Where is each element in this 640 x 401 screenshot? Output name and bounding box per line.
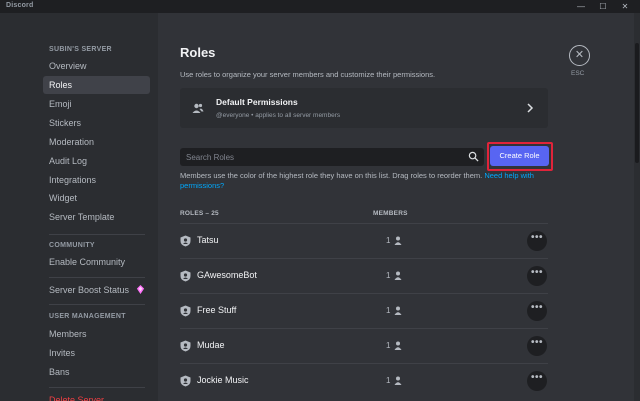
user-management-header: USER MANAGEMENT <box>49 313 126 320</box>
more-options-button[interactable]: ••• <box>527 266 547 286</box>
person-icon <box>394 271 402 280</box>
default-permissions-card[interactable]: Default Permissions @everyone • applies … <box>180 88 548 128</box>
sidebar-item-audit-log[interactable]: Audit Log <box>43 152 150 170</box>
role-member-count: 1 <box>386 236 391 245</box>
role-row[interactable]: Mudae 1 ••• <box>180 329 548 363</box>
search-icon <box>468 151 479 162</box>
close-icon: ✕ <box>574 49 585 61</box>
role-name: GAwesomeBot <box>197 270 257 280</box>
sidebar-item-overview[interactable]: Overview <box>43 57 150 75</box>
sidebar-divider <box>49 304 145 305</box>
members-column-header: MEMBERS <box>373 210 408 217</box>
shield-icon <box>180 340 191 352</box>
roles-column-header: ROLES – 25 <box>180 210 219 217</box>
role-row[interactable]: Tatsu 1 ••• <box>180 224 548 258</box>
role-member-count: 1 <box>386 306 391 315</box>
roles-help-text: Members use the color of the highest rol… <box>180 171 540 191</box>
more-options-icon: ••• <box>530 302 543 313</box>
role-name: Mudae <box>197 340 225 350</box>
page-title: Roles <box>180 45 216 60</box>
sidebar-item-delete-server[interactable]: Delete Server <box>43 391 150 401</box>
chevron-right-icon <box>527 103 534 113</box>
scrollbar-thumb[interactable] <box>635 43 639 163</box>
sidebar-item-stickers[interactable]: Stickers <box>43 114 150 132</box>
more-options-icon: ••• <box>530 232 543 243</box>
sidebar-item-emoji[interactable]: Emoji <box>43 95 150 113</box>
shield-icon <box>180 305 191 317</box>
page-description: Use roles to organize your server member… <box>180 70 436 79</box>
search-roles-box <box>180 148 484 166</box>
more-options-button[interactable]: ••• <box>527 301 547 321</box>
create-role-button[interactable]: Create Role <box>490 146 549 166</box>
person-icon <box>394 376 402 385</box>
shield-icon <box>180 270 191 282</box>
roles-settings-panel: Roles Use roles to organize your server … <box>158 13 633 401</box>
search-roles-input[interactable] <box>180 148 460 166</box>
server-settings-header: SUBIN'S SERVER <box>49 46 112 53</box>
minimize-button[interactable]: — <box>570 0 592 13</box>
sidebar-item-label: Server Boost Status <box>49 285 130 295</box>
role-row[interactable]: Jockie Music 1 ••• <box>180 364 548 398</box>
role-name: Tatsu <box>197 235 219 245</box>
sidebar-item-server-template[interactable]: Server Template <box>43 208 150 226</box>
sidebar-item-enable-community[interactable]: Enable Community <box>43 253 150 271</box>
sidebar-item-bans[interactable]: Bans <box>43 363 150 381</box>
more-options-icon: ••• <box>530 337 543 348</box>
sidebar-item-integrations[interactable]: Integrations <box>43 171 150 189</box>
role-row[interactable]: GAwesomeBot 1 ••• <box>180 259 548 293</box>
maximize-button[interactable]: ☐ <box>592 0 614 13</box>
default-permissions-title: Default Permissions <box>216 97 298 107</box>
sidebar-divider <box>49 387 145 388</box>
sidebar-item-server-boost-status[interactable]: Server Boost Status <box>43 281 150 299</box>
community-header: COMMUNITY <box>49 242 95 249</box>
more-options-button[interactable]: ••• <box>527 231 547 251</box>
person-icon <box>394 306 402 315</box>
window-close-button[interactable]: ✕ <box>614 0 636 13</box>
role-member-count: 1 <box>386 271 391 280</box>
close-settings-button[interactable]: ✕ <box>569 45 590 66</box>
role-member-count: 1 <box>386 341 391 350</box>
role-member-count: 1 <box>386 376 391 385</box>
sidebar-item-roles[interactable]: Roles <box>43 76 150 94</box>
more-options-button[interactable]: ••• <box>527 336 547 356</box>
shield-icon <box>180 235 191 247</box>
default-permissions-subtitle: @everyone • applies to all server member… <box>216 112 341 119</box>
role-name: Jockie Music <box>197 375 249 385</box>
role-row[interactable]: Free Stuff 1 ••• <box>180 294 548 328</box>
more-options-icon: ••• <box>530 372 543 383</box>
sidebar-item-widget[interactable]: Widget <box>43 189 150 207</box>
more-options-icon: ••• <box>530 267 543 278</box>
sidebar-item-moderation[interactable]: Moderation <box>43 133 150 151</box>
members-group-icon <box>192 103 204 113</box>
esc-label: ESC <box>571 70 585 77</box>
window-titlebar: Discord — ☐ ✕ <box>0 0 640 13</box>
sidebar-item-invites[interactable]: Invites <box>43 344 150 362</box>
role-name: Free Stuff <box>197 305 237 315</box>
boost-gem-icon <box>136 285 145 294</box>
person-icon <box>394 341 402 350</box>
shield-icon <box>180 375 191 387</box>
person-icon <box>394 236 402 245</box>
help-text-body: Members use the color of the highest rol… <box>180 171 483 180</box>
settings-sidebar: SUBIN'S SERVER Overview Roles Emoji Stic… <box>0 13 158 401</box>
sidebar-divider <box>49 277 145 278</box>
sidebar-item-members[interactable]: Members <box>43 325 150 343</box>
app-title: Discord <box>6 2 34 9</box>
scrollbar[interactable] <box>634 13 640 401</box>
sidebar-divider <box>49 234 145 235</box>
more-options-button[interactable]: ••• <box>527 371 547 391</box>
